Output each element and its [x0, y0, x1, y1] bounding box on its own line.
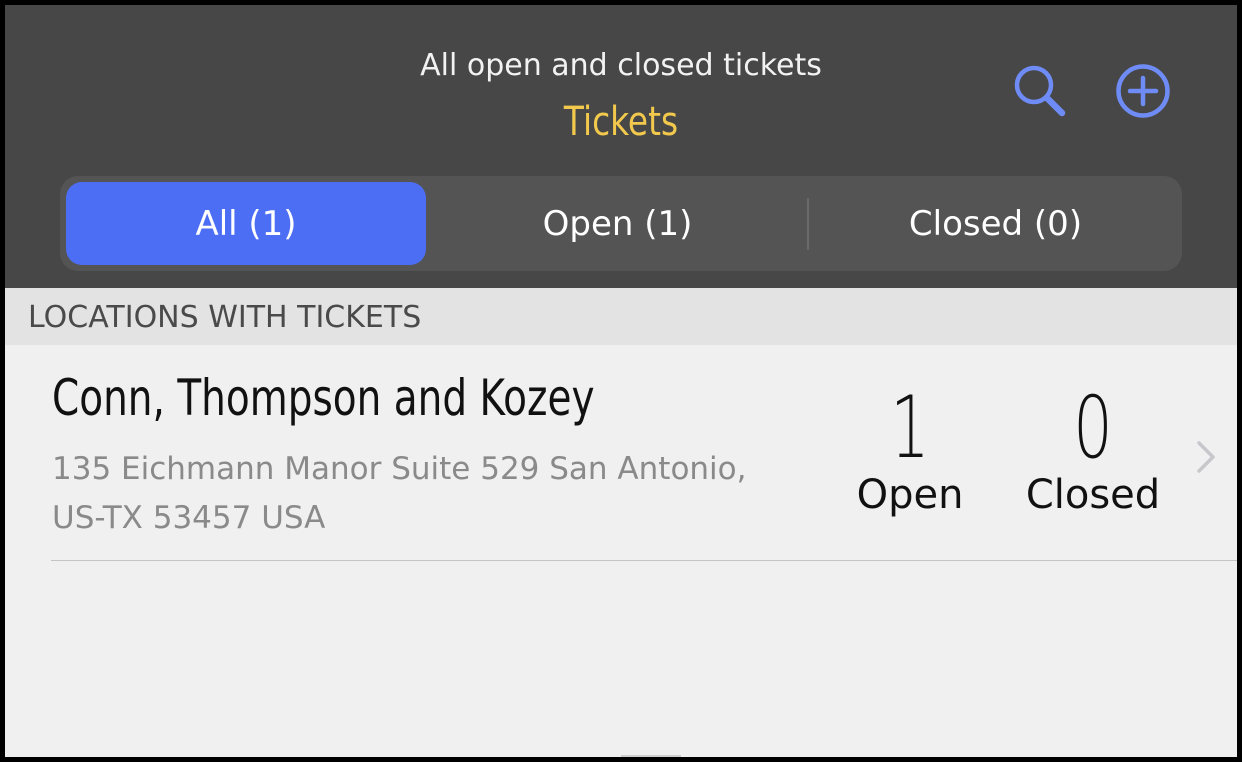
closed-count: 0 — [1073, 378, 1113, 478]
row-divider — [51, 560, 1237, 561]
search-icon — [1014, 65, 1066, 117]
location-address: 135 Eichmann Manor Suite 529 San Antonio… — [52, 445, 812, 543]
closed-count-label: Closed — [1025, 472, 1161, 518]
app-window: All open and closed tickets Tickets All … — [5, 5, 1237, 757]
address-line-1: 135 Eichmann Manor Suite 529 San Antonio… — [52, 451, 747, 487]
chevron-right-icon — [1197, 441, 1215, 473]
ticket-filter-segmented-control: All (1) Open (1) Closed (0) — [60, 176, 1182, 271]
nav-header: All open and closed tickets Tickets All … — [5, 5, 1237, 288]
page-title: Tickets — [563, 99, 679, 145]
segment-divider — [807, 198, 809, 250]
add-ticket-button[interactable] — [1113, 61, 1173, 121]
section-header: LOCATIONS WITH TICKETS — [5, 288, 1237, 345]
section-header-label: LOCATIONS WITH TICKETS — [28, 300, 422, 335]
location-name: Conn, Thompson and Kozey — [52, 369, 595, 427]
segment-all[interactable]: All (1) — [66, 182, 426, 265]
add-circle-icon — [1116, 64, 1170, 118]
open-count: 1 — [890, 378, 930, 478]
location-row[interactable]: Conn, Thompson and Kozey 135 Eichmann Ma… — [5, 345, 1237, 560]
search-button[interactable] — [1010, 61, 1070, 121]
segment-open[interactable]: Open (1) — [435, 182, 800, 265]
home-indicator — [621, 755, 681, 757]
address-line-2: US-TX 53457 USA — [52, 500, 326, 536]
segment-closed[interactable]: Closed (0) — [815, 182, 1176, 265]
